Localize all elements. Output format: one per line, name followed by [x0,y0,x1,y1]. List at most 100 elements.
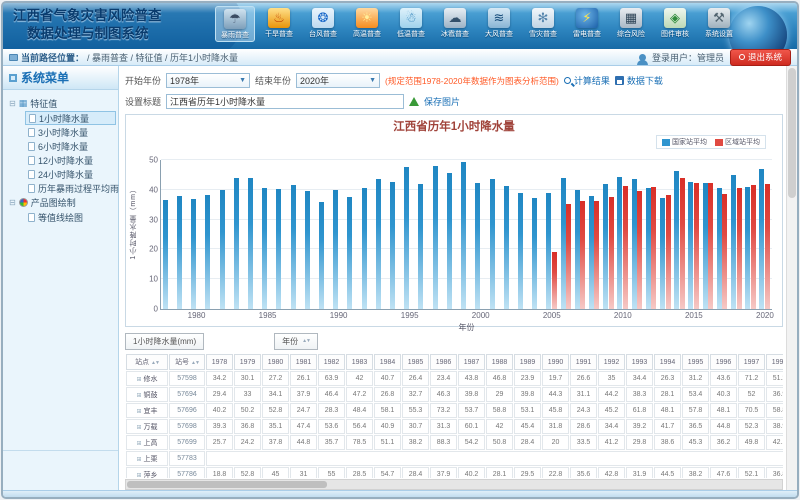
tool-low-temp[interactable]: ☃低温普查 [391,6,431,42]
sidebar-group-1[interactable]: ⊟产品图绘制 [5,195,116,210]
y-tick-label: 30 [149,215,158,224]
table-row[interactable]: ⊞铜鼓5769429.43334.137.946.447.226.832.746… [126,387,783,402]
year-header[interactable]: 1986 [430,354,457,370]
year-header[interactable]: 1987 [458,354,485,370]
table-row[interactable]: ⊞宜丰5769640.250.252.824.728.348.458.155.3… [126,403,783,418]
year-header[interactable]: 1996 [710,354,737,370]
table-wrapper[interactable]: 站点 ▲▼站号 ▲▼197819791980198119821983198419… [125,353,783,478]
sidebar-item[interactable]: 24小时降水量 [25,167,116,181]
tool-typhoon[interactable]: ❂台风普查 [303,6,343,42]
year-header[interactable]: 1981 [290,354,317,370]
table-row[interactable]: ⊞修水5759834.230.127.226.163.94240.726.423… [126,371,783,386]
sidebar-item[interactable]: 历年暴雨过程平均雨量 [25,181,116,195]
bar-national [404,167,409,309]
year-sort-box[interactable]: 年份 ▲▼ [274,333,318,350]
tool-map-review[interactable]: ◈图件审核 [655,6,695,42]
row-expander-icon[interactable]: ⊞ [136,457,141,463]
sidebar-item[interactable]: 12小时降水量 [25,153,116,167]
row-expander-icon[interactable]: ⊞ [136,473,141,479]
year-header[interactable]: 1995 [682,354,709,370]
value-cell: 48.1 [710,403,737,418]
year-header[interactable]: 1991 [570,354,597,370]
horizontal-scrollbar-thumb[interactable] [127,481,327,488]
value-cell: 47.4 [290,419,317,434]
year-header[interactable]: 1990 [542,354,569,370]
horizontal-scrollbar[interactable] [125,479,783,490]
row-expander-icon[interactable]: ⊞ [136,441,141,447]
row-expander-icon[interactable]: ⊞ [136,393,141,399]
table-row[interactable]: ⊞萍乡5778618.852.845315528.554.728.437.940… [126,467,783,478]
year-header[interactable]: 1994 [654,354,681,370]
year-header[interactable]: 1992 [598,354,625,370]
year-header[interactable]: 1983 [346,354,373,370]
code-header[interactable]: 站号 ▲▼ [169,354,205,370]
row-expander-icon[interactable]: ⊞ [136,377,141,383]
value-cell: 18.8 [206,467,233,478]
legend-swatch [715,139,723,146]
tool-risk-calc[interactable]: ▦综合风险 [611,6,651,42]
year-header[interactable]: 1984 [374,354,401,370]
logout-button[interactable]: 退出系统 [730,49,791,66]
year-header[interactable]: 1980 [262,354,289,370]
tool-settings[interactable]: ⚒系统设置 [699,6,739,42]
year-header[interactable]: 1978 [206,354,233,370]
bar-national [759,169,764,309]
page-icon [28,213,35,222]
bar-national [674,171,679,309]
bar-regional [609,197,614,309]
tool-drought[interactable]: ♨干旱普查 [259,6,299,42]
tool-label: 雪灾普查 [529,29,557,39]
save-image-button[interactable]: 保存图片 [424,95,460,108]
row-expander-icon[interactable]: ⊞ [136,409,141,415]
tool-high-temp[interactable]: ☀高温普查 [347,6,387,42]
value-cell: 55 [318,467,345,478]
unit-label-box[interactable]: 1小时降水量(mm) [125,333,204,350]
bar-national [745,187,750,309]
sidebar-item[interactable]: 1小时降水量 [25,111,116,125]
year-header[interactable]: 1993 [626,354,653,370]
breadcrumb[interactable]: / 暴雨普查 / 特征值 / 历年1小时降水量 [87,51,238,64]
data-download-button[interactable]: 数据下载 [615,74,663,87]
sidebar-group-0[interactable]: ⊟▦特征值 [5,96,116,111]
chevron-down-icon: ▼ [369,77,376,84]
bar-regional [765,184,770,309]
year-header[interactable]: 1985 [402,354,429,370]
empty-cell [206,451,783,466]
year-header[interactable]: 1988 [486,354,513,370]
year-header[interactable]: 1989 [514,354,541,370]
value-cell: 71.2 [738,371,765,386]
tool-rainstorm[interactable]: ☂暴雨普查 [215,6,255,42]
table-row[interactable]: ⊞上栗57783 [126,451,783,466]
sidebar-item[interactable]: 等值线绘图 [25,210,116,224]
tool-snow[interactable]: ✻雪灾普查 [523,6,563,42]
year-header[interactable]: 1997 [738,354,765,370]
row-expander-icon[interactable]: ⊞ [136,425,141,431]
end-year-select[interactable]: 2020年▼ [296,73,380,88]
table-row[interactable]: ⊞上高5769925.724.237.844.835.778.551.138.2… [126,435,783,450]
expander-icon[interactable]: ⊟ [9,99,16,108]
page-icon [28,128,35,137]
bar-national [504,186,509,309]
bar-national [717,188,722,309]
value-cell: 29 [486,387,513,402]
year-header[interactable]: 1979 [234,354,261,370]
sidebar-item[interactable]: 6小时降水量 [25,139,116,153]
tool-lightning[interactable]: ⚡雷电普查 [567,6,607,42]
x-tick-label: 1990 [330,311,348,320]
start-year-select[interactable]: 1978年▼ [166,73,250,88]
sidebar-item[interactable]: 3小时降水量 [25,125,116,139]
year-header[interactable]: 1998 [766,354,783,370]
expander-icon[interactable]: ⊟ [9,198,16,207]
station-header[interactable]: 站点 ▲▼ [126,354,168,370]
sidebar-item-label: 1小时降水量 [39,112,89,125]
calc-result-button[interactable]: 计算结果 [564,74,610,87]
tool-wind[interactable]: ≋大风普查 [479,6,519,42]
tool-hail[interactable]: ☁冰雹普查 [435,6,475,42]
vertical-scrollbar[interactable] [786,66,797,490]
table-row[interactable]: ⊞万载5769839.336.835.147.453.656.440.930.7… [126,419,783,434]
bar-national [390,182,395,309]
vertical-scrollbar-thumb[interactable] [788,68,796,198]
bar-national [418,184,423,309]
year-header[interactable]: 1982 [318,354,345,370]
chart-title-input[interactable] [166,94,404,109]
